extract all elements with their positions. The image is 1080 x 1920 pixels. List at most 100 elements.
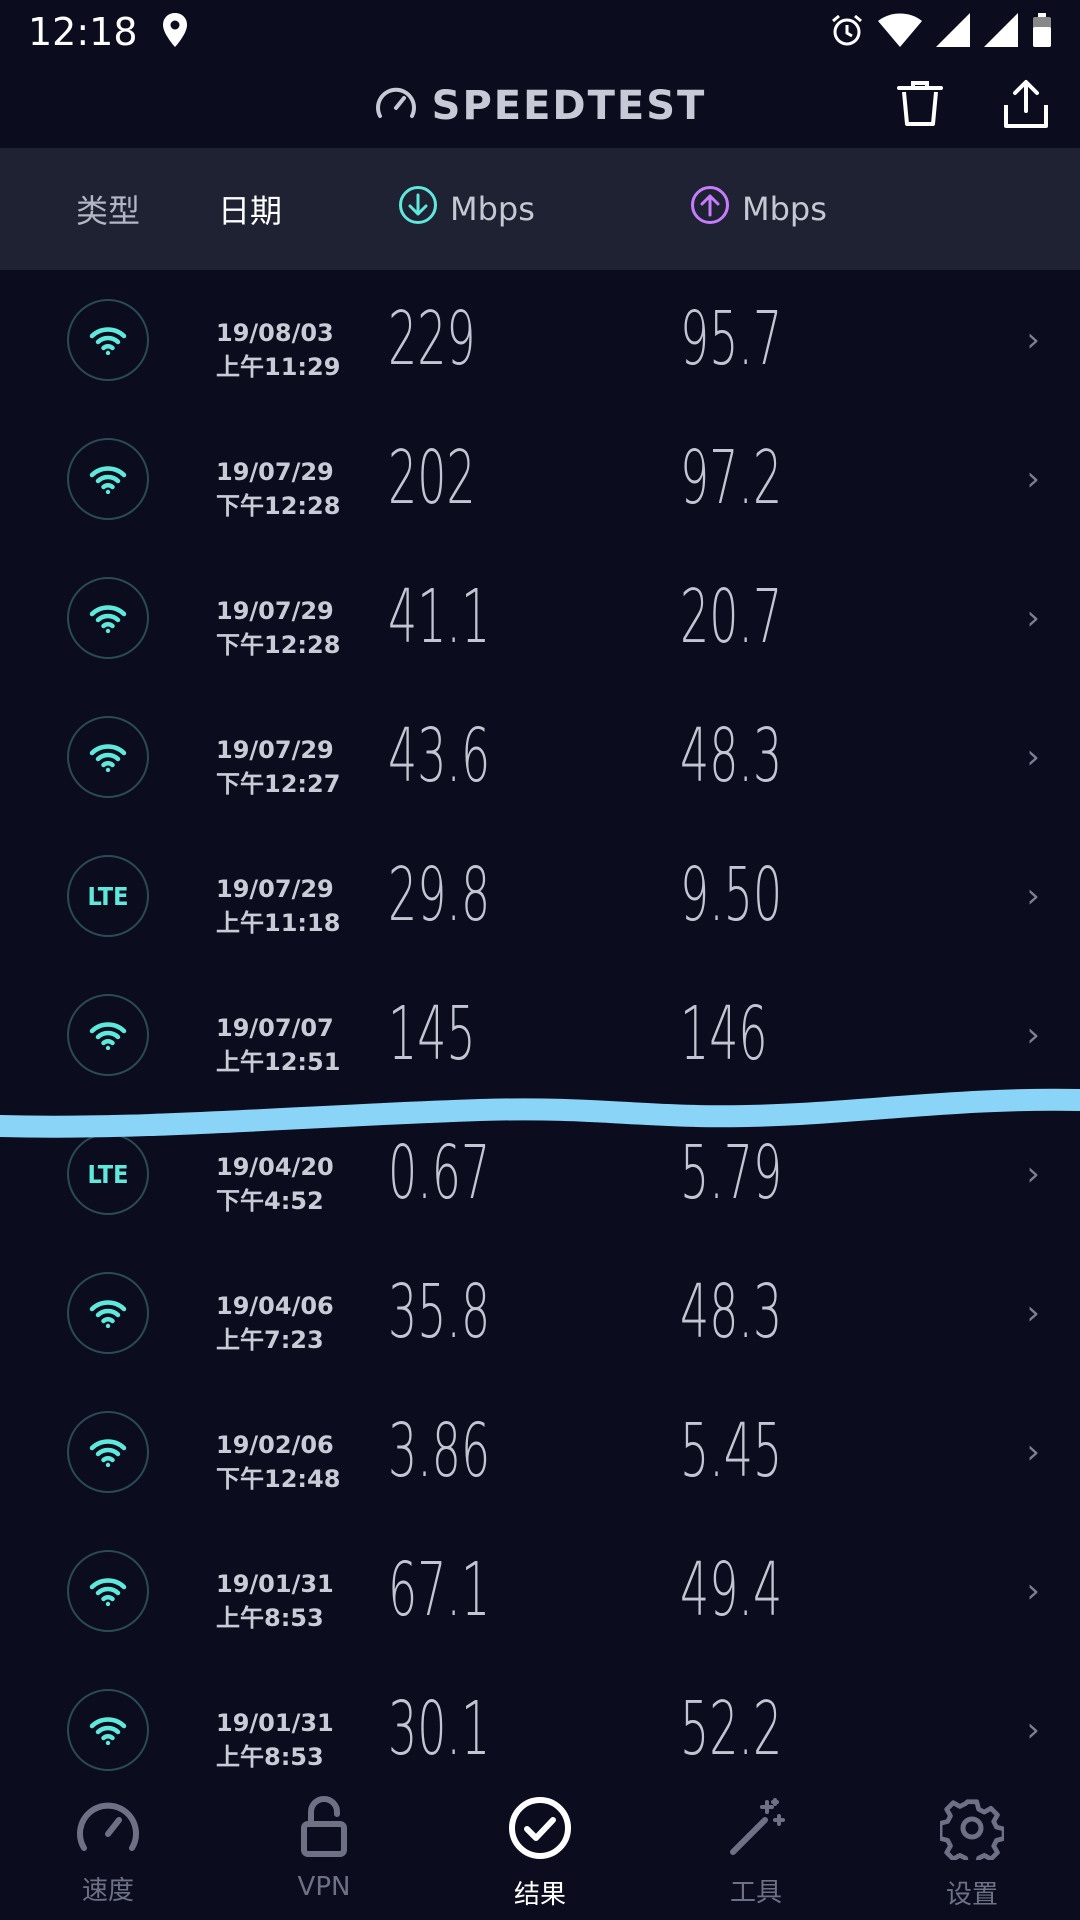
result-date: 19/04/06 bbox=[216, 1292, 334, 1320]
result-datetime: 19/07/29 下午12:28 bbox=[216, 594, 340, 662]
share-icon bbox=[1003, 79, 1049, 133]
trash-icon bbox=[897, 80, 943, 132]
result-download-speed: 41.1 bbox=[388, 574, 491, 660]
lock-icon bbox=[299, 1796, 349, 1862]
share-button[interactable] bbox=[998, 78, 1054, 134]
nav-vpn-label: VPN bbox=[297, 1872, 351, 1902]
bottom-nav: 速度 VPN 结果 工具 设置 bbox=[0, 1774, 1080, 1920]
result-time: 上午8:53 bbox=[216, 1604, 324, 1632]
nav-settings[interactable]: 设置 bbox=[864, 1774, 1080, 1920]
chevron-right-icon: › bbox=[1026, 876, 1040, 916]
brand-title: SPEEDTEST bbox=[431, 83, 707, 129]
magic-wand-icon bbox=[725, 1796, 787, 1862]
chevron-right-icon: › bbox=[1026, 1710, 1040, 1750]
wifi-icon bbox=[67, 299, 149, 381]
sort-by-download[interactable]: Mbps bbox=[398, 148, 535, 270]
result-time: 上午8:53 bbox=[216, 1743, 324, 1771]
check-circle-icon bbox=[508, 1796, 572, 1864]
chevron-right-icon: › bbox=[1026, 1015, 1040, 1055]
result-row[interactable]: 19/07/29 下午12:27 43.6 48.3 › bbox=[0, 687, 1080, 826]
result-time: 下午12:28 bbox=[216, 492, 341, 520]
column-upload-unit: Mbps bbox=[742, 190, 827, 228]
gauge-logo-icon bbox=[374, 84, 418, 128]
result-time: 下午4:52 bbox=[216, 1187, 324, 1215]
result-download-speed: 30.1 bbox=[388, 1686, 491, 1772]
wifi-icon bbox=[67, 716, 149, 798]
result-datetime: 19/02/06 下午12:48 bbox=[216, 1428, 340, 1496]
location-icon bbox=[162, 13, 188, 51]
result-date: 19/07/29 bbox=[216, 597, 334, 625]
result-download-speed: 3.86 bbox=[388, 1408, 491, 1494]
results-list[interactable]: 19/08/03 上午11:29 229 95.7 › 19/07/29 下午12:28 20… bbox=[0, 270, 1080, 1774]
result-date: 19/01/31 bbox=[216, 1709, 334, 1737]
chevron-right-icon: › bbox=[1026, 1293, 1040, 1333]
result-datetime: 19/04/06 上午7:23 bbox=[216, 1289, 334, 1357]
result-date: 19/07/29 bbox=[216, 875, 334, 903]
result-upload-speed: 48.3 bbox=[680, 713, 783, 799]
wifi-icon bbox=[67, 1411, 149, 1493]
nav-speed[interactable]: 速度 bbox=[0, 1774, 216, 1920]
result-row[interactable]: 19/07/29 下午12:28 202 97.2 › bbox=[0, 409, 1080, 548]
sort-by-type[interactable]: 类型 bbox=[76, 148, 140, 270]
signal-icon bbox=[984, 13, 1018, 51]
nav-tools-label: 工具 bbox=[729, 1878, 782, 1908]
result-upload-speed: 97.2 bbox=[680, 435, 783, 521]
result-date: 19/07/29 bbox=[216, 736, 334, 764]
result-row[interactable]: 19/08/03 上午11:29 229 95.7 › bbox=[0, 270, 1080, 409]
brand: SPEEDTEST bbox=[374, 83, 707, 129]
wifi-icon bbox=[67, 438, 149, 520]
result-time: 上午11:18 bbox=[216, 909, 341, 937]
nav-results-label: 结果 bbox=[513, 1880, 566, 1910]
sort-by-date[interactable]: 日期 bbox=[218, 148, 282, 270]
result-download-speed: 43.6 bbox=[388, 713, 491, 799]
column-download-unit: Mbps bbox=[450, 190, 535, 228]
column-header: 类型 日期 Mbps Mbps bbox=[0, 148, 1080, 270]
gear-icon bbox=[937, 1796, 1007, 1869]
result-date: 19/08/03 bbox=[216, 319, 334, 347]
wifi-icon bbox=[67, 1272, 149, 1354]
nav-settings-label: 设置 bbox=[945, 1880, 998, 1910]
result-upload-speed: 9.50 bbox=[680, 852, 783, 938]
result-row[interactable]: 19/01/31 上午8:53 30.1 52.2 › bbox=[0, 1660, 1080, 1774]
result-upload-speed: 5.45 bbox=[680, 1408, 783, 1494]
result-download-speed: 202 bbox=[388, 435, 476, 521]
result-upload-speed: 20.7 bbox=[680, 574, 783, 660]
result-datetime: 19/01/31 上午8:53 bbox=[216, 1567, 334, 1635]
result-row[interactable]: LTE 19/07/29 上午11:18 29.8 9.50 › bbox=[0, 826, 1080, 965]
status-bar: 12:18 bbox=[0, 0, 1080, 64]
result-time: 上午11:29 bbox=[216, 353, 341, 381]
delete-button[interactable] bbox=[892, 78, 948, 134]
result-datetime: 19/01/31 上午8:53 bbox=[216, 1706, 334, 1774]
result-time: 下午12:27 bbox=[216, 770, 341, 798]
result-upload-speed: 95.7 bbox=[680, 296, 783, 382]
wifi-icon bbox=[67, 1550, 149, 1632]
chevron-right-icon: › bbox=[1026, 737, 1040, 777]
nav-vpn[interactable]: VPN bbox=[216, 1774, 432, 1920]
result-time: 下午12:28 bbox=[216, 631, 341, 659]
result-row[interactable]: 19/01/31 上午8:53 67.1 49.4 › bbox=[0, 1521, 1080, 1660]
wifi-icon bbox=[67, 577, 149, 659]
result-row[interactable]: 19/04/06 上午7:23 35.8 48.3 › bbox=[0, 1243, 1080, 1382]
result-date: 19/02/06 bbox=[216, 1431, 334, 1459]
result-download-speed: 145 bbox=[388, 991, 476, 1077]
lte-icon: LTE bbox=[67, 855, 149, 937]
status-time: 12:18 bbox=[28, 10, 138, 54]
sort-by-upload[interactable]: Mbps bbox=[690, 148, 827, 270]
wifi-icon bbox=[878, 13, 922, 51]
result-download-speed: 229 bbox=[388, 296, 476, 382]
battery-icon bbox=[1032, 13, 1052, 51]
result-date: 19/04/20 bbox=[216, 1153, 334, 1181]
result-download-speed: 29.8 bbox=[388, 852, 491, 938]
result-row[interactable]: 19/02/06 下午12:48 3.86 5.45 › bbox=[0, 1382, 1080, 1521]
nav-tools[interactable]: 工具 bbox=[648, 1774, 864, 1920]
result-row[interactable]: 19/07/29 下午12:28 41.1 20.7 › bbox=[0, 548, 1080, 687]
result-datetime: 19/07/29 下午12:27 bbox=[216, 733, 340, 801]
result-datetime: 19/08/03 上午11:29 bbox=[216, 316, 340, 384]
chevron-right-icon: › bbox=[1026, 1432, 1040, 1472]
nav-results[interactable]: 结果 bbox=[432, 1774, 648, 1920]
speed-gauge-icon bbox=[75, 1796, 141, 1860]
app-header: SPEEDTEST bbox=[0, 64, 1080, 148]
result-date: 19/07/07 bbox=[216, 1014, 334, 1042]
result-row[interactable]: 19/07/07 上午12:51 145 146 › bbox=[0, 965, 1080, 1104]
chevron-right-icon: › bbox=[1026, 459, 1040, 499]
